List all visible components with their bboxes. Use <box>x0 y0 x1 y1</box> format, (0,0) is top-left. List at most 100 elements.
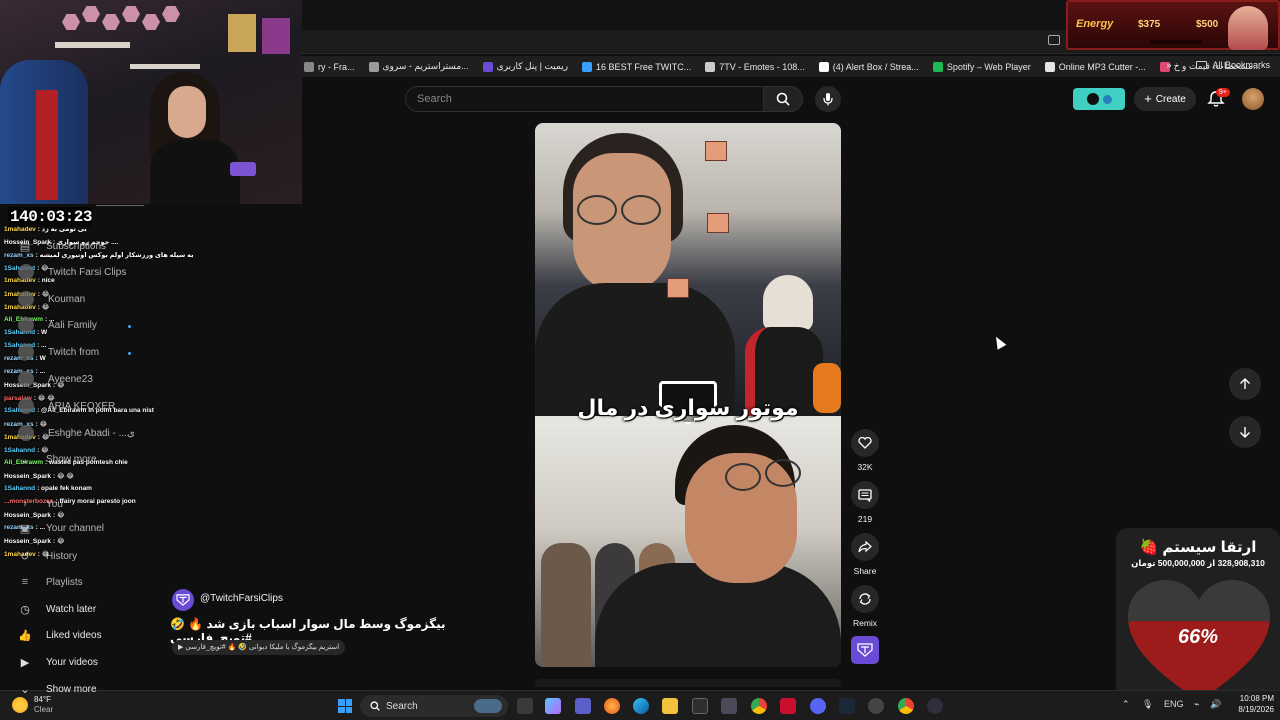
share-icon <box>858 541 872 553</box>
short-video-player[interactable]: موتور سواری در مال <box>535 123 841 667</box>
bookmark-item[interactable]: (4) Alert Box / Strea... <box>818 61 919 72</box>
share-button[interactable] <box>851 533 879 561</box>
comments-button[interactable] <box>851 481 879 509</box>
obs-icon[interactable] <box>927 698 943 714</box>
copilot-icon[interactable] <box>545 698 561 714</box>
sidebar-item-your-channel[interactable]: ▣ Your channel <box>18 518 104 538</box>
sidebar-item-aria-keoxer[interactable]: ARIA KEOXER <box>18 396 115 416</box>
premium-badge[interactable] <box>1073 88 1125 110</box>
all-bookmarks-button[interactable]: » All Bookmarks <box>1166 60 1270 70</box>
sidebar-item-you[interactable]: › You <box>18 494 63 514</box>
share-label: Share <box>853 566 877 576</box>
chat-username: Hossein_Spark <box>4 473 51 480</box>
hex-light <box>62 14 80 30</box>
clock-time[interactable]: 10:08 PM <box>1234 694 1274 703</box>
sidebar-item-label: ARIA KEOXER <box>48 400 116 412</box>
sidebar-item-eshghe-abadi[interactable]: Eshghe Abadi - ...ی <box>18 423 135 443</box>
channel-logo-icon <box>176 594 190 606</box>
glasses <box>577 195 617 225</box>
sidebar-item-label: Show more <box>46 453 97 465</box>
sidebar-item-aali-family[interactable]: Aali Family <box>18 315 97 335</box>
search-button[interactable] <box>763 86 803 112</box>
bookmark-item[interactable]: Online MP3 Cutter -... <box>1044 61 1146 72</box>
mic-tray-icon[interactable]: 🎙 <box>1142 699 1153 710</box>
hex-light <box>102 14 120 30</box>
task-view-icon[interactable] <box>517 698 533 714</box>
history-icon: ↺ <box>20 550 30 563</box>
sidebar-item-watch-later[interactable]: ◷ Watch later <box>18 599 96 619</box>
bookmark-item[interactable]: ry - Fra... <box>304 61 355 72</box>
previous-short-button[interactable] <box>1229 368 1261 400</box>
search-input[interactable]: Search <box>405 86 763 112</box>
sidebar-item-your-videos[interactable]: ▶ Your videos <box>18 652 98 672</box>
channel-avatar[interactable] <box>172 589 194 611</box>
bookmark-item[interactable]: مستراستریم - سروی... <box>368 61 469 72</box>
app-icon[interactable] <box>868 698 884 714</box>
playlists-icon: ≡ <box>21 576 29 588</box>
clock-icon: ◷ <box>20 603 30 616</box>
steam-icon[interactable] <box>839 698 855 714</box>
shelf <box>55 42 130 48</box>
file-explorer-icon[interactable] <box>662 698 678 714</box>
sidebar-item-kouman[interactable]: Kouman <box>18 289 85 309</box>
channel-name[interactable]: @TwitchFarsiClips <box>200 593 283 604</box>
edge-icon[interactable] <box>633 698 649 714</box>
sidebar-item-history[interactable]: ↺ History <box>18 546 77 566</box>
weather-condition[interactable]: Clear <box>34 705 53 714</box>
sidebar-item-liked-videos[interactable]: 👍 Liked videos <box>18 625 101 645</box>
store-icon[interactable] <box>692 698 708 714</box>
sidebar-item-label: Kouman <box>48 293 86 305</box>
discord-icon[interactable] <box>810 698 826 714</box>
bookmark-item[interactable]: Spotify – Web Player <box>932 61 1031 72</box>
energy-current: $375 <box>1138 19 1161 30</box>
teams-icon[interactable] <box>575 698 591 714</box>
sidebar-item-playlists[interactable]: ≡ Playlists <box>18 572 83 592</box>
tray-chevron-icon[interactable]: ⌃ <box>1122 699 1130 710</box>
heart-icon <box>858 437 872 449</box>
like-button[interactable] <box>851 429 879 457</box>
sidebar-item-label: Aali Family <box>48 319 97 331</box>
network-icon[interactable]: ⌁ <box>1194 699 1199 710</box>
glasses <box>621 195 661 225</box>
account-avatar[interactable] <box>1242 88 1264 110</box>
video-caption: موتور سواری در مال <box>577 395 799 420</box>
firefox-icon[interactable] <box>604 698 620 714</box>
weather-icon[interactable] <box>12 697 28 713</box>
clock-date[interactable]: 8/19/2026 <box>1228 705 1274 714</box>
energy-title: Energy <box>1076 18 1114 30</box>
language-indicator[interactable]: ENG <box>1164 699 1184 709</box>
channel-avatar <box>18 398 34 414</box>
hex-light <box>122 6 140 22</box>
chrome-icon[interactable] <box>898 698 914 714</box>
sidebar-item-twitch-from[interactable]: Twitch from <box>18 342 99 362</box>
poster <box>262 18 290 54</box>
sidebar-item-show-more[interactable]: ⌄ Show more <box>18 679 96 699</box>
sound-pill[interactable]: ▶ استریم بیگزموگ با ملیکا دیوانی 🤣 🔥 #تو… <box>172 640 346 655</box>
app-icon[interactable] <box>721 698 737 714</box>
taskbar-search[interactable]: Search <box>360 695 508 717</box>
sidebar-item-twitch-farsi-clips[interactable]: Twitch Farsi Clips <box>18 262 126 282</box>
chat-message: Hossein_Spark: 😂 😂 <box>4 472 74 480</box>
chrome-icon[interactable] <box>751 698 767 714</box>
bookmark-item[interactable]: 7TV - Emotes - 108... <box>705 61 805 72</box>
remix-button[interactable] <box>851 585 879 613</box>
voice-search-button[interactable] <box>815 86 841 112</box>
bookmarks-bar: ry - Fra... مستراستریم - سروی... ریمیت | پ… <box>302 56 1280 77</box>
volume-icon[interactable]: 🔊 <box>1210 699 1221 710</box>
channel-logo-icon <box>857 643 873 657</box>
start-button[interactable] <box>338 699 352 713</box>
sidebar-item-show-more[interactable]: ⌄ Show more <box>18 449 97 469</box>
next-short-button[interactable] <box>1229 416 1261 448</box>
bookmark-item[interactable]: 16 BEST Free TWITC... <box>582 61 691 72</box>
sidebar-item-label: Watch later <box>46 603 97 615</box>
app-icon[interactable] <box>780 698 796 714</box>
cast-icon[interactable] <box>1048 35 1060 45</box>
arrow-up-icon <box>1240 378 1250 389</box>
create-button[interactable]: + Create <box>1134 87 1196 111</box>
channel-icon: ▣ <box>19 522 31 535</box>
sidebar-item-subscriptions[interactable]: ▤ Subscriptions <box>18 236 106 256</box>
sound-channel-avatar[interactable] <box>851 636 879 664</box>
sidebar-item-label: Twitch from <box>48 346 100 358</box>
bookmark-item[interactable]: ریمیت | پنل کاربری <box>482 61 568 72</box>
sidebar-item-ayeene23[interactable]: Ayeene23 <box>18 369 93 389</box>
